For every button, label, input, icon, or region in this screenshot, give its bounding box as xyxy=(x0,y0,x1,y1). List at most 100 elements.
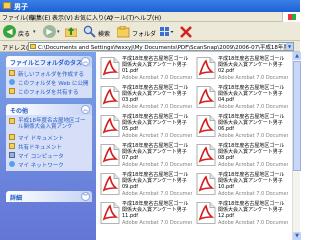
pdf-file-icon xyxy=(196,173,216,195)
address-field[interactable]: C:\Documents and Settings\fwxxyj\My Docu… xyxy=(28,42,294,51)
menu-favorites[interactable]: お気に入り(A) xyxy=(74,13,113,22)
pdf-file-icon xyxy=(100,115,120,137)
windows-logo-icon xyxy=(282,12,300,22)
place-parent-folder-label: 平成18年度名古屋地区ゴール関係大会入賞アンケ xyxy=(18,118,86,130)
share-folder-icon xyxy=(9,88,15,94)
pdf-file-icon xyxy=(196,115,216,137)
back-label: 戻る xyxy=(18,31,31,38)
place-my-network-label: マイ ネットワーク xyxy=(18,163,64,169)
scroll-down-icon[interactable]: ▼ xyxy=(293,232,301,240)
my-network-icon xyxy=(9,161,15,167)
file-item[interactable]: 平成18年度名古屋地区ゴール関係大会入賞アンケート男子03.pdf Adobe A… xyxy=(98,84,193,111)
expand-chevron-icon[interactable]: ︾ xyxy=(81,192,90,201)
file-folder-tasks-panel: ファイルとフォルダのタスク ︽ 新しいフォルダを作成する このフォルダを Web… xyxy=(6,56,92,98)
file-item[interactable]: 平成18年度名古屋地区ゴール関係大会入賞アンケート男子04.pdf Adobe A… xyxy=(194,84,289,111)
pdf-file-icon xyxy=(100,202,120,224)
task-new-folder-label: 新しいフォルダを作成する xyxy=(18,72,85,78)
pdf-file-icon xyxy=(196,202,216,224)
file-type: Adobe Acrobat 7.0 Document xyxy=(122,75,192,81)
up-folder-button[interactable] xyxy=(64,26,78,38)
file-item[interactable]: 平成18年度名古屋地区ゴール関係大会入賞アンケート男子06.pdf Adobe A… xyxy=(194,113,289,140)
menu-view[interactable]: 表示(V) xyxy=(52,13,73,22)
file-type: Adobe Acrobat 7.0 Document xyxy=(122,133,192,139)
file-type: Adobe Acrobat 7.0 Document xyxy=(218,191,288,197)
shared-documents-icon xyxy=(9,143,15,149)
file-folder-tasks-header[interactable]: ファイルとフォルダのタスク ︽ xyxy=(6,56,92,67)
pdf-file-icon xyxy=(100,173,120,195)
menu-help[interactable]: ヘルプ(H) xyxy=(134,13,161,22)
pdf-file-icon xyxy=(100,86,120,108)
file-type: Adobe Acrobat 7.0 Document xyxy=(218,75,288,81)
window-title: 男子 xyxy=(14,3,28,11)
other-places-title: その他 xyxy=(10,108,29,115)
collapse-chevron-icon[interactable]: ︽ xyxy=(81,57,90,66)
new-folder-icon xyxy=(9,70,15,76)
menu-tools[interactable]: ツール(T) xyxy=(108,13,134,22)
file-item[interactable]: 平成18年度名古屋地区ゴール関係大会入賞アンケート男子01.pdf Adobe A… xyxy=(98,55,193,82)
pdf-file-icon xyxy=(100,144,120,166)
forward-button[interactable]: ▶ ▾ xyxy=(42,25,62,39)
file-type: Adobe Acrobat 7.0 Document xyxy=(218,220,288,226)
other-places-panel: その他 ︽ 平成18年度名古屋地区ゴール関係大会入賞アンケ マイ ドキュメント … xyxy=(6,104,92,171)
file-name: 平成18年度名古屋地区ゴール関係大会入賞アンケート男子04.pdf xyxy=(218,85,285,103)
file-name: 平成18年度名古屋地区ゴール関係大会入賞アンケート男子07.pdf xyxy=(122,143,189,161)
up-folder-icon xyxy=(64,27,78,38)
file-type: Adobe Acrobat 7.0 Document xyxy=(122,191,192,197)
address-path: C:\Documents and Settings\fwxxyj\My Docu… xyxy=(38,45,294,51)
file-item[interactable]: 平成18年度名古屋地区ゴール関係大会入賞アンケート男子09.pdf Adobe A… xyxy=(98,171,193,198)
file-list: 平成18年度名古屋地区ゴール関係大会入賞アンケート男子01.pdf Adobe A… xyxy=(96,52,292,240)
folders-label: フォルダ xyxy=(132,31,157,38)
file-type: Adobe Acrobat 7.0 Document xyxy=(218,162,288,168)
back-dropdown-icon[interactable]: ▾ xyxy=(33,29,36,35)
forward-arrow-icon: ▶ xyxy=(43,25,56,38)
search-button[interactable]: 検索 xyxy=(82,25,114,39)
file-item[interactable]: 平成18年度名古屋地区ゴール関係大会入賞アンケート男子02.pdf Adobe A… xyxy=(194,55,289,82)
file-item[interactable]: 平成18年度名古屋地区ゴール関係大会入賞アンケート男子10.pdf Adobe A… xyxy=(194,171,289,198)
place-my-network[interactable]: マイ ネットワーク xyxy=(9,160,89,169)
task-new-folder[interactable]: 新しいフォルダを作成する xyxy=(9,69,89,78)
task-publish-web[interactable]: このフォルダを Web に公開する xyxy=(9,78,89,87)
scroll-thumb[interactable] xyxy=(293,61,301,171)
details-title: 詳細 xyxy=(10,195,23,202)
file-item[interactable]: 平成18年度名古屋地区ゴール関係大会入賞アンケート男子11.pdf Adobe A… xyxy=(98,200,193,227)
file-name: 平成18年度名古屋地区ゴール関係大会入賞アンケート男子11.pdf xyxy=(122,201,189,219)
vertical-scrollbar[interactable]: ▲ ▼ xyxy=(292,52,301,240)
task-pane: ファイルとフォルダのタスク ︽ 新しいフォルダを作成する このフォルダを Web… xyxy=(0,52,96,240)
views-button[interactable] xyxy=(160,26,174,37)
place-shared-documents[interactable]: 共有ドキュメント xyxy=(9,142,89,151)
file-name: 平成18年度名古屋地区ゴール関係大会入賞アンケート男子12.pdf xyxy=(218,201,285,219)
file-name: 平成18年度名古屋地区ゴール関係大会入賞アンケート男子03.pdf xyxy=(122,85,189,103)
file-item[interactable]: 平成18年度名古屋地区ゴール関係大会入賞アンケート男子12.pdf Adobe A… xyxy=(194,200,289,227)
folder-icon xyxy=(3,2,11,9)
forward-dropdown-icon[interactable]: ▾ xyxy=(57,29,60,35)
place-parent-folder[interactable]: 平成18年度名古屋地区ゴール関係大会入賞アンケ xyxy=(9,117,89,133)
globe-icon xyxy=(9,79,15,85)
back-arrow-icon: ◀ xyxy=(3,25,16,38)
place-my-documents[interactable]: マイ ドキュメント xyxy=(9,133,89,142)
other-places-header[interactable]: その他 ︽ xyxy=(6,104,92,115)
place-my-documents-label: マイ ドキュメント xyxy=(18,136,64,142)
details-header[interactable]: 詳細 ︾ xyxy=(6,191,92,202)
address-bar: アドレス(D) C:\Documents and Settings\fwxxyj… xyxy=(0,41,300,52)
place-my-computer[interactable]: マイ コンピュータ xyxy=(9,151,89,160)
back-button[interactable]: ◀ 戻る ▾ xyxy=(2,25,40,39)
scroll-up-icon[interactable]: ▲ xyxy=(293,52,301,60)
file-name: 平成18年度名古屋地区ゴール関係大会入賞アンケート男子05.pdf xyxy=(122,114,189,132)
file-type: Adobe Acrobat 7.0 Document xyxy=(218,104,288,110)
file-item[interactable]: 平成18年度名古屋地区ゴール関係大会入賞アンケート男子07.pdf Adobe A… xyxy=(98,142,193,169)
chevron-down-icon[interactable]: ▼ xyxy=(286,43,293,50)
folders-button[interactable]: フォルダ xyxy=(116,25,157,39)
delete-button[interactable] xyxy=(180,26,192,38)
file-type: Adobe Acrobat 7.0 Document xyxy=(122,220,192,226)
place-shared-documents-label: 共有ドキュメント xyxy=(18,145,63,151)
file-name: 平成18年度名古屋地区ゴール関係大会入賞アンケート男子09.pdf xyxy=(122,172,189,190)
task-publish-web-label: このフォルダを Web に公開する xyxy=(18,81,89,87)
collapse-chevron-icon[interactable]: ︽ xyxy=(81,105,90,114)
file-type: Adobe Acrobat 7.0 Document xyxy=(122,104,192,110)
menu-edit[interactable]: 編集(E) xyxy=(30,13,50,22)
title-bar[interactable]: 男子 xyxy=(0,0,300,12)
file-item[interactable]: 平成18年度名古屋地区ゴール関係大会入賞アンケート男子08.pdf Adobe A… xyxy=(194,142,289,169)
task-share-folder[interactable]: このフォルダを共有する xyxy=(9,87,89,96)
file-name: 平成18年度名古屋地区ゴール関係大会入賞アンケート男子08.pdf xyxy=(218,143,285,161)
file-item[interactable]: 平成18年度名古屋地区ゴール関係大会入賞アンケート男子05.pdf Adobe A… xyxy=(98,113,193,140)
